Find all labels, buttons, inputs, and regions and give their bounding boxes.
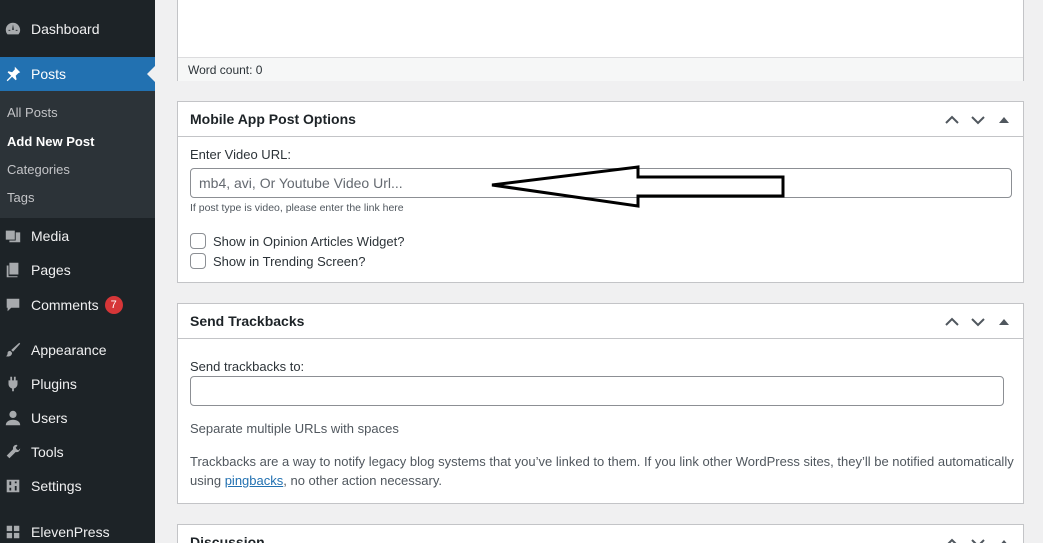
move-down-icon[interactable] (965, 309, 991, 335)
collapse-toggle-icon[interactable] (991, 530, 1017, 543)
move-down-icon[interactable] (965, 530, 991, 543)
trackbacks-header[interactable]: Send Trackbacks (178, 304, 1023, 339)
trackbacks-label: Send trackbacks to: (190, 359, 305, 374)
trackbacks-description: Trackbacks are a way to notify legacy bl… (190, 452, 1018, 490)
collapse-toggle-icon[interactable] (991, 309, 1017, 335)
discussion-box: Discussion (177, 524, 1024, 543)
trackbacks-desc-text: Trackbacks are a way to notify legacy bl… (190, 454, 1014, 469)
trackbacks-input[interactable] (190, 376, 1004, 406)
trackbacks-box: Send Trackbacks Send trackbacks to: Sepa… (177, 303, 1024, 504)
trackbacks-hint: Separate multiple URLs with spaces (190, 421, 399, 436)
trackbacks-desc-text-2: using (190, 473, 225, 488)
trackbacks-title: Send Trackbacks (190, 313, 305, 329)
trackbacks-desc-text-3: , no other action necessary. (283, 473, 442, 488)
move-up-icon[interactable] (939, 309, 965, 335)
discussion-header[interactable]: Discussion (178, 525, 1023, 543)
discussion-title: Discussion (190, 534, 265, 543)
pingbacks-link[interactable]: pingbacks (225, 473, 284, 488)
move-up-icon[interactable] (939, 530, 965, 543)
